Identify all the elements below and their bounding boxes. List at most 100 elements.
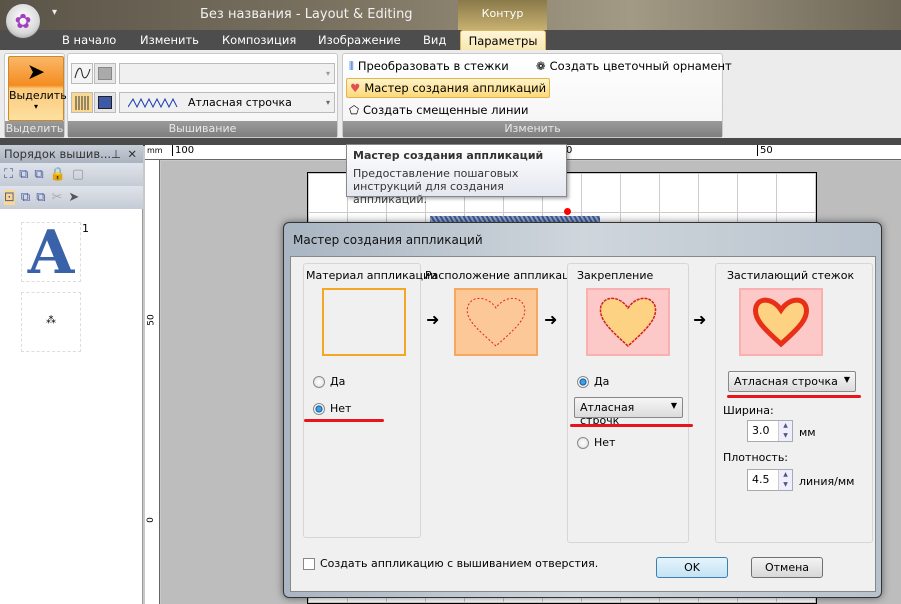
context-tab-contour: Контур [458,0,547,30]
thumbnail-outline[interactable]: ⁂ [21,292,81,352]
dropdown-icon: ▼ [843,375,850,384]
select-button[interactable]: ➤ Выделить ▾ [8,56,67,121]
checkbox-label: Создать аппликацию с вышиванием отверсти… [320,557,599,570]
tackdown-no-radio[interactable]: Нет [577,436,615,449]
point-marker[interactable] [564,208,571,215]
tab-parameters[interactable]: Параметры [460,30,546,51]
thumbnail-letter-a[interactable]: A [21,222,81,283]
tackdown-stitch-combo[interactable]: Атласная строчк ▼ [574,397,683,427]
arrow-right-icon: ➜ [426,310,440,329]
radio-label: Да [594,375,610,388]
pin-icon[interactable]: ⊥ [111,147,121,161]
checkbox-box[interactable] [303,557,315,570]
density-spinner[interactable]: 4.5 ▲ ▼ [747,469,793,491]
window-title: Без названия - Layout & Editing [200,7,413,22]
cursor-arrow-icon: ➤ [26,60,46,85]
running-stitch-icon[interactable] [71,63,93,84]
tab-edit[interactable]: Изменить [140,33,199,47]
line-stitch-combo[interactable]: ▾ [119,63,335,84]
heart-icon: ♥ [350,81,361,95]
spinner-arrows[interactable]: ▲ ▼ [778,421,792,441]
quick-access-dropdown-icon[interactable]: ▾ [52,7,57,18]
radio-dot[interactable] [313,402,325,415]
group-label: Выделить [5,121,64,137]
fill-stitch-icon[interactable] [71,92,93,113]
button-label: Создать цветочный орнамент [549,59,732,73]
ruler-label: 100 [172,145,194,156]
satin-stitch-icon [128,97,178,108]
highlight-underline [570,424,693,427]
highlight-underline [304,419,384,422]
group-label: Изменить [343,121,722,137]
dropdown-icon: ▾ [325,98,330,107]
tab-home[interactable]: В начало [62,33,116,47]
highlight-underline [727,395,861,398]
group-label: Вышивание [68,121,337,137]
tab-composition[interactable]: Композиция [222,33,296,47]
stitch-type-combo[interactable]: Атласная строчка ▾ [119,92,335,113]
radio-dot[interactable] [577,375,589,388]
hole-applique-checkbox[interactable]: Создать аппликацию с вышиванием отверсти… [303,557,598,570]
cancel-button[interactable]: Отмена [751,557,823,578]
lock-icon[interactable]: 🔒 [50,167,66,182]
spinner-arrows[interactable]: ▲ ▼ [778,470,792,490]
frame-icon[interactable]: ▢ [72,167,84,182]
ruler-unit: mm [147,146,163,155]
tackdown-yes-radio[interactable]: Да [577,375,609,388]
radio-dot[interactable] [313,375,325,388]
cover-stitch-combo[interactable]: Атласная строчка ▼ [728,371,856,392]
fit-icon[interactable]: ⛶ [4,167,13,182]
button-label: Мастер создания аппликаций [364,81,547,95]
dialog-body: Материал аппликации Да Нет Расположение … [290,256,876,592]
radio-label: Нет [330,402,352,415]
stitches-icon: ⫴ [349,58,354,73]
radio-dot[interactable] [577,436,589,449]
width-spinner[interactable]: 3.0 ▲ ▼ [747,420,793,442]
button-label: Преобразовать в стежки [357,59,509,73]
order-icon[interactable]: ⊡ [4,190,15,205]
flower-ornament-button[interactable]: ❁ Создать цветочный орнамент [533,56,735,76]
width-value: 3.0 [752,424,770,437]
app-menu-orb[interactable]: ✿ [5,3,41,39]
step-cover-label: Застилающий стежок [727,269,855,282]
step-material-label: Материал аппликации [306,269,438,282]
ok-button[interactable]: OK [656,557,728,578]
placement-image [454,288,538,356]
width-label: Ширина: [723,404,774,417]
arrow-right-icon: ➜ [693,310,707,329]
material-yes-radio[interactable]: Да [313,375,345,388]
step-tackdown-label: Закрепление [577,269,654,282]
tooltip-text: инструкций для создания аппликаций. [353,180,504,206]
combo-value: Атласная строчка [734,375,838,388]
step-placement-label: Расположение аппликации [425,269,584,282]
dialog-title: Мастер создания аппликаций [293,233,483,247]
offset-lines-button[interactable]: ⬠ Создать смещенные линии [346,100,531,120]
dropdown-icon: ▾ [33,102,38,111]
line-color-button[interactable] [94,63,116,84]
move-up-icon[interactable]: ⧉ [19,167,28,182]
combo-value: Атласная строчк [580,401,635,427]
select-label: Выделить [9,89,67,102]
tab-view[interactable]: Вид [423,33,446,47]
material-image [322,288,406,356]
item-number: 1 [82,222,89,235]
density-label: Плотность: [723,451,789,464]
close-icon[interactable]: ✕ [127,147,137,161]
pointer-icon[interactable]: ➤ [68,190,79,205]
group-icon[interactable]: ⧉ [21,190,30,205]
material-no-radio[interactable]: Нет [313,402,351,415]
button-label: Создать смещенные линии [363,103,529,117]
cut-icon[interactable]: ✂ [52,190,63,205]
move-down-icon[interactable]: ⧉ [34,167,43,182]
tooltip-text: Предоставление пошаговых [353,167,519,180]
applique-wizard-dialog: Мастер создания аппликаций Материал аппл… [283,222,882,598]
arrow-right-icon: ➜ [544,310,558,329]
ungroup-icon[interactable]: ⧉ [36,190,45,205]
tab-image[interactable]: Изображение [318,33,401,47]
convert-to-stitches-button[interactable]: ⫴ Преобразовать в стежки [346,56,512,76]
ruler-label: 0 [145,517,156,523]
fill-color-button[interactable] [94,92,116,113]
applique-wizard-button[interactable]: ♥ Мастер создания аппликаций [346,78,551,98]
density-value: 4.5 [752,473,770,486]
density-unit: линия/мм [799,475,855,488]
